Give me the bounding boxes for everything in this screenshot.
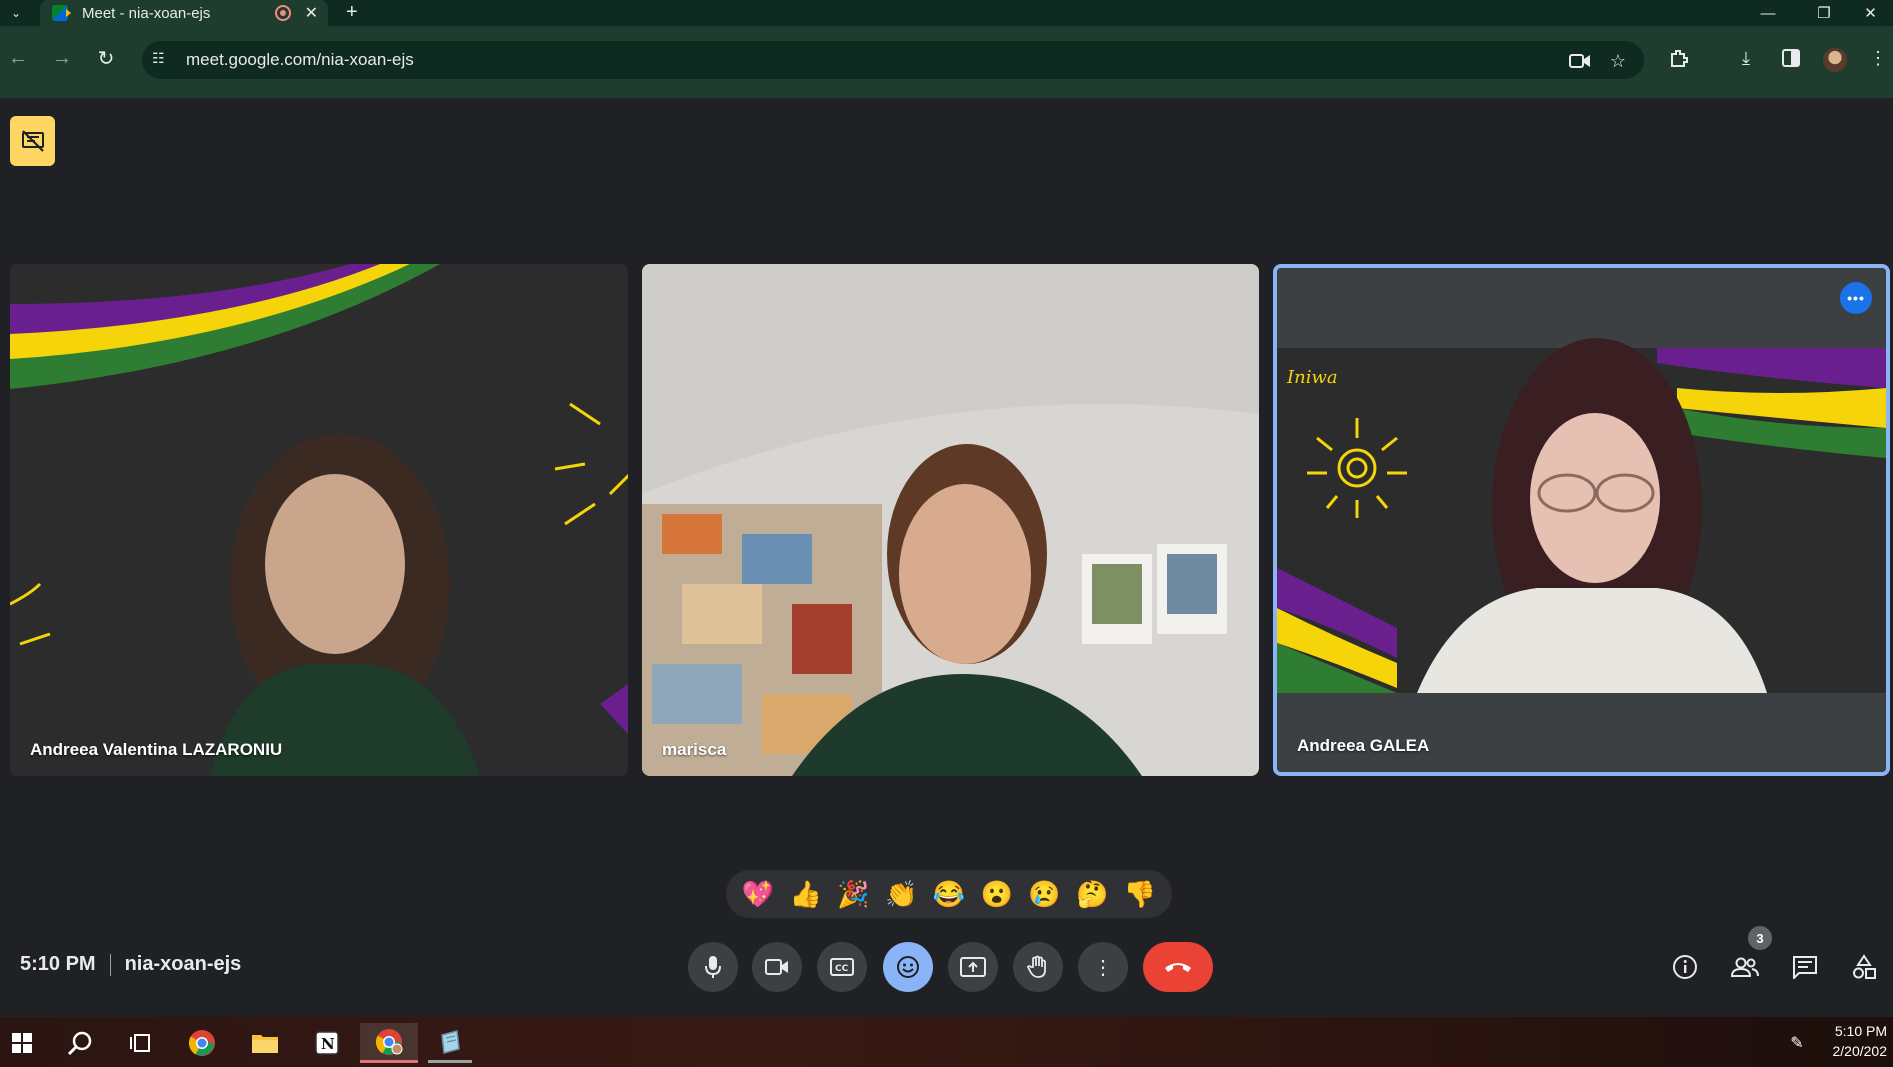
- chat-icon: [1793, 956, 1817, 979]
- presentation-off-icon[interactable]: [10, 116, 55, 166]
- raise-hand-button[interactable]: [1013, 942, 1063, 992]
- meeting-time: 5:10 PM: [20, 953, 96, 975]
- notes-app-icon[interactable]: [428, 1023, 472, 1063]
- task-view-icon[interactable]: [118, 1023, 162, 1063]
- tab-close-icon[interactable]: ✕: [305, 3, 318, 23]
- video-feed: [642, 264, 1259, 776]
- profile-avatar[interactable]: [1823, 48, 1847, 72]
- chrome-icon[interactable]: [180, 1023, 224, 1063]
- captions-button[interactable]: CC: [817, 942, 867, 992]
- participant-tile[interactable]: Andreea Valentina LAZARONIU: [10, 264, 628, 776]
- reaction-party-popper[interactable]: 🎉: [833, 874, 873, 914]
- forward-icon[interactable]: →: [44, 40, 80, 76]
- browser-toolbar: ← → ↻ ☷ meet.google.com/nia-xoan-ejs ☆ ⤓…: [0, 26, 1893, 98]
- participant-tile[interactable]: marisca: [642, 264, 1259, 776]
- meeting-details-button[interactable]: [1664, 946, 1706, 988]
- reaction-thumbs-down[interactable]: 👎: [1120, 874, 1160, 914]
- notion-icon[interactable]: N: [305, 1023, 349, 1063]
- more-options-icon[interactable]: •••: [1840, 282, 1872, 314]
- info-icon: [1673, 955, 1697, 979]
- participant-name: marisca: [662, 740, 727, 759]
- chat-button[interactable]: [1784, 946, 1826, 988]
- video-camera-icon: [765, 959, 788, 975]
- new-tab-button[interactable]: +: [346, 0, 358, 26]
- chrome-profile-icon[interactable]: [360, 1023, 418, 1063]
- smiley-icon: [897, 956, 919, 978]
- clock-date: 2/20/202: [1832, 1043, 1888, 1059]
- browser-tab[interactable]: Meet - nia-xoan-ejs ✕: [40, 0, 328, 26]
- extensions-icon[interactable]: [1663, 42, 1695, 74]
- microphone-button[interactable]: [688, 942, 738, 992]
- tab-strip: ⌄ Meet - nia-xoan-ejs ✕ + — ❐ ✕: [0, 0, 1893, 26]
- svg-text:Iniwa: Iniwa: [1286, 367, 1338, 388]
- camera-in-use-icon[interactable]: [1568, 49, 1592, 73]
- participant-name: Andreea GALEA: [1297, 736, 1430, 755]
- closed-captions-icon: CC: [830, 958, 854, 976]
- tab-title: Meet - nia-xoan-ejs: [82, 4, 211, 22]
- activities-shapes-icon: [1853, 954, 1876, 979]
- people-button[interactable]: [1724, 946, 1766, 988]
- minimize-icon[interactable]: —: [1740, 0, 1796, 26]
- video-feed: [10, 264, 628, 776]
- reaction-thumbs-up[interactable]: 👍: [786, 874, 826, 914]
- present-icon: [960, 957, 986, 977]
- search-icon[interactable]: [58, 1023, 102, 1063]
- back-icon[interactable]: ←: [0, 40, 36, 76]
- video-feed: Iniwa: [1277, 268, 1886, 772]
- hang-up-phone-icon: [1165, 963, 1191, 972]
- camera-button[interactable]: [752, 942, 802, 992]
- meet-stage: Andreea Valentina LAZARONIU marisca Iniw…: [0, 98, 1893, 1017]
- system-clock[interactable]: 5:10 PM 2/20/202: [1833, 1021, 1888, 1061]
- leave-call-button[interactable]: [1143, 942, 1213, 992]
- reaction-sparkling-heart[interactable]: 💖: [738, 874, 778, 914]
- download-icon[interactable]: ⤓: [1730, 42, 1762, 74]
- people-icon: [1730, 957, 1759, 977]
- bookmark-star-icon[interactable]: ☆: [1606, 49, 1630, 73]
- address-bar[interactable]: ☷ meet.google.com/nia-xoan-ejs ☆: [142, 41, 1644, 79]
- windows-start-icon[interactable]: [0, 1023, 44, 1063]
- reaction-surprised[interactable]: 😮: [977, 874, 1017, 914]
- meeting-info: 5:10 PM nia-xoan-ejs: [20, 953, 241, 976]
- side-panel-icon[interactable]: [1775, 42, 1807, 74]
- microphone-icon: [705, 956, 721, 978]
- more-options-button[interactable]: ⋮: [1078, 942, 1128, 992]
- participant-tile-active[interactable]: Iniwa ••• Andreea GALEA: [1273, 264, 1890, 776]
- hand-icon: [1027, 955, 1046, 978]
- emoji-reactions-button[interactable]: [883, 942, 933, 992]
- reactions-bar: 💖 👍 🎉 👏 😂 😮 😢 🤔 👎: [726, 870, 1172, 918]
- reaction-sad[interactable]: 😢: [1024, 874, 1064, 914]
- site-info-icon[interactable]: ☷: [152, 50, 174, 70]
- menu-kebab-icon[interactable]: ⋮: [1866, 42, 1890, 74]
- close-window-icon[interactable]: ✕: [1848, 0, 1893, 26]
- svg-text:N: N: [321, 1035, 335, 1053]
- windows-taskbar: N ✎ 5:10 PM 2/20/202: [0, 1017, 1893, 1067]
- reaction-thinking[interactable]: 🤔: [1072, 874, 1112, 914]
- recording-indicator-icon: [274, 5, 291, 21]
- meeting-code: nia-xoan-ejs: [124, 953, 242, 975]
- file-explorer-icon[interactable]: [243, 1023, 287, 1063]
- clock-time: 5:10 PM: [1834, 1023, 1887, 1039]
- tab-search-dropdown-icon[interactable]: ⌄: [4, 2, 28, 24]
- divider: [109, 953, 111, 976]
- svg-text:CC: CC: [835, 964, 849, 974]
- reaction-tears-of-joy[interactable]: 😂: [929, 874, 969, 914]
- more-vert-icon: ⋮: [1093, 956, 1113, 979]
- present-screen-button[interactable]: [948, 942, 998, 992]
- participant-name: Andreea Valentina LAZARONIU: [30, 740, 283, 759]
- reload-icon[interactable]: ↻: [88, 40, 124, 76]
- meet-favicon-icon: [52, 5, 71, 21]
- restore-icon[interactable]: ❐: [1796, 0, 1852, 26]
- reaction-clapping[interactable]: 👏: [881, 874, 921, 914]
- url-text[interactable]: meet.google.com/nia-xoan-ejs: [186, 50, 414, 70]
- activities-button[interactable]: [1843, 946, 1885, 988]
- pen-icon[interactable]: ✎: [1782, 1023, 1812, 1063]
